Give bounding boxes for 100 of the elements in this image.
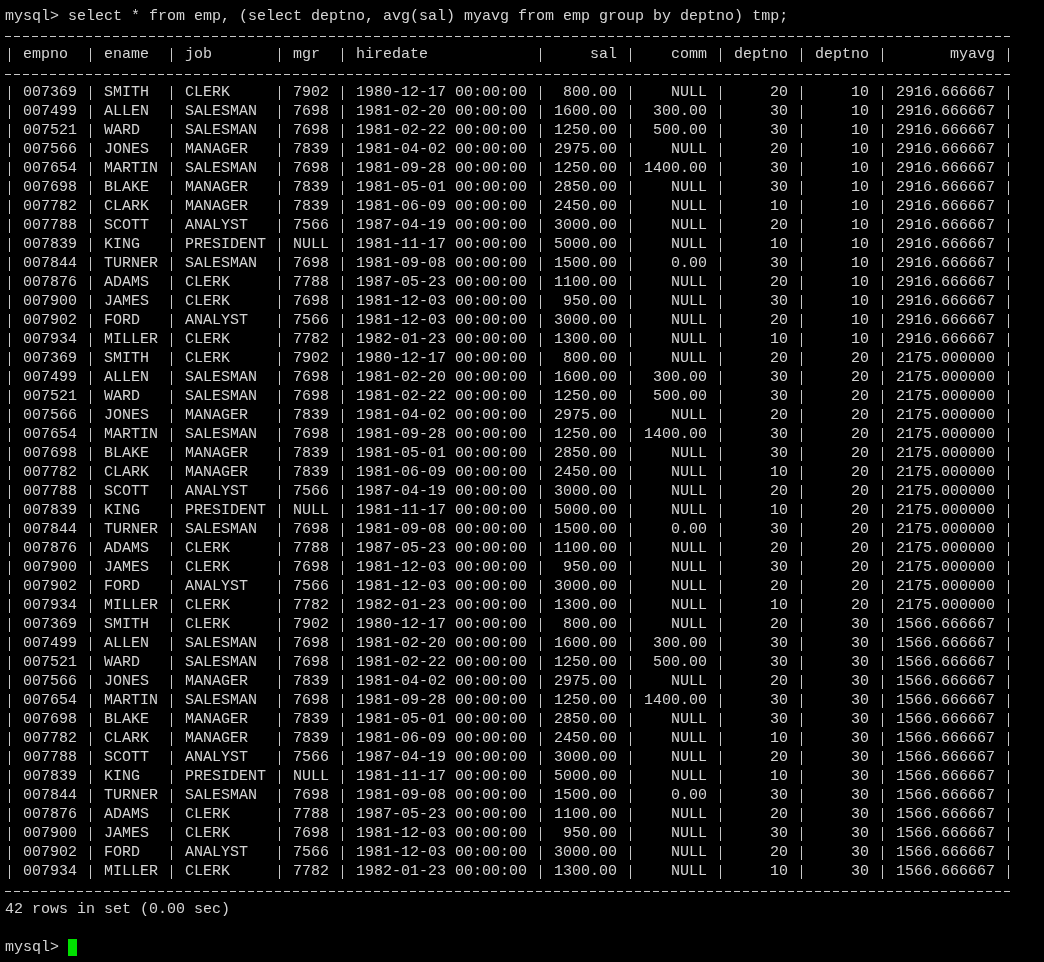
table-cell-text: ADAMS bbox=[103, 539, 150, 558]
table-cell-text: CLERK bbox=[184, 805, 231, 824]
table-cell-text: 7902 bbox=[292, 83, 330, 102]
table-cell-text: NULL bbox=[670, 235, 708, 254]
table-cell-text: NULL bbox=[670, 292, 708, 311]
table-cell-text: NULL bbox=[670, 824, 708, 843]
table-cell-text: 007844 bbox=[22, 520, 78, 539]
table-cell-text: NULL bbox=[670, 843, 708, 862]
table-cell-text: 30 bbox=[769, 121, 789, 140]
table-cell-text: 1981-05-01 00:00:00 bbox=[355, 444, 529, 463]
table-cell-text: MILLER bbox=[103, 596, 159, 615]
table-cell-text: SALESMAN bbox=[184, 159, 258, 178]
table-cell-text: 7698 bbox=[292, 520, 330, 539]
table-cell-text: 007788 bbox=[22, 748, 78, 767]
table-cell-text: 30 bbox=[769, 159, 789, 178]
table-cell-text: SALESMAN bbox=[184, 254, 258, 273]
table-cell-text: 3000.00 bbox=[553, 577, 619, 596]
table-cell-text: WARD bbox=[103, 121, 141, 140]
table-cell-text: SCOTT bbox=[103, 216, 150, 235]
table-cell-text: 1100.00 bbox=[553, 805, 619, 824]
table-cell-text: 1981-09-08 00:00:00 bbox=[355, 254, 529, 273]
table-cell-text: 2975.00 bbox=[553, 672, 619, 691]
table-cell-text: 20 bbox=[769, 216, 789, 235]
table-cell-text: 7839 bbox=[292, 406, 330, 425]
table-cell-text: 007900 bbox=[22, 292, 78, 311]
table-cell-text: ANALYST bbox=[184, 577, 249, 596]
table-cell-text: 2450.00 bbox=[553, 729, 619, 748]
table-cell-text: SALESMAN bbox=[184, 634, 258, 653]
table-cell-text: MARTIN bbox=[103, 159, 159, 178]
table-cell-text: 3000.00 bbox=[553, 748, 619, 767]
table-cell-text: 1250.00 bbox=[553, 425, 619, 444]
table-cell-text: 20 bbox=[850, 387, 870, 406]
table-cell-text: PRESIDENT bbox=[184, 235, 267, 254]
table-cell-text: 5000.00 bbox=[553, 235, 619, 254]
table-cell-text: 2850.00 bbox=[553, 444, 619, 463]
table-cell-text: 1566.666667 bbox=[895, 748, 997, 767]
table-cell-text: 20 bbox=[850, 463, 870, 482]
table-cell-text: 500.00 bbox=[652, 387, 708, 406]
table-cell-text: 500.00 bbox=[652, 653, 708, 672]
table-cell-text: 1981-09-28 00:00:00 bbox=[355, 691, 529, 710]
table-cell-text: 1566.666667 bbox=[895, 615, 997, 634]
table-cell-text: CLARK bbox=[103, 197, 150, 216]
table-cell-text: NULL bbox=[670, 501, 708, 520]
table-cell-text: NULL bbox=[670, 463, 708, 482]
table-cell-text: 007876 bbox=[22, 805, 78, 824]
table-cell-text: 7839 bbox=[292, 710, 330, 729]
table-cell-text: 2450.00 bbox=[553, 463, 619, 482]
table-cell-text: 2916.666667 bbox=[895, 292, 997, 311]
table-cell-text: 500.00 bbox=[652, 121, 708, 140]
table-cell-text: 1981-12-03 00:00:00 bbox=[355, 843, 529, 862]
text-cursor bbox=[68, 939, 77, 956]
table-cell-text: 1987-04-19 00:00:00 bbox=[355, 482, 529, 501]
table-cell-text: 10 bbox=[850, 102, 870, 121]
table-cell-text: SALESMAN bbox=[184, 653, 258, 672]
table-cell-text: 007369 bbox=[22, 83, 78, 102]
table-cell-text: 1981-12-03 00:00:00 bbox=[355, 577, 529, 596]
table-cell-text: FORD bbox=[103, 577, 141, 596]
table-cell-text: MANAGER bbox=[184, 710, 249, 729]
table-cell-text: 7839 bbox=[292, 463, 330, 482]
table-cell-text: 5000.00 bbox=[553, 501, 619, 520]
table-cell-text: CLERK bbox=[184, 615, 231, 634]
table-cell-text: 1981-12-03 00:00:00 bbox=[355, 824, 529, 843]
table-cell-text: 20 bbox=[850, 425, 870, 444]
table-cell-text: NULL bbox=[670, 83, 708, 102]
table-cell-text: 1980-12-17 00:00:00 bbox=[355, 83, 529, 102]
table-cell-text: 2175.000000 bbox=[895, 558, 997, 577]
table-cell-text: 1400.00 bbox=[643, 425, 709, 444]
table-cell-text: 7698 bbox=[292, 653, 330, 672]
table-cell-text: 1981-02-22 00:00:00 bbox=[355, 387, 529, 406]
table-cell-text: 1300.00 bbox=[553, 596, 619, 615]
table-cell-text: 007934 bbox=[22, 862, 78, 881]
table-cell-text: 7698 bbox=[292, 292, 330, 311]
table-cell-text: 30 bbox=[850, 805, 870, 824]
table-cell-text: NULL bbox=[670, 672, 708, 691]
table-cell-text: NULL bbox=[670, 615, 708, 634]
table-cell-text: 2175.000000 bbox=[895, 539, 997, 558]
table-cell-text: 10 bbox=[769, 862, 789, 881]
table-cell-text: 1250.00 bbox=[553, 653, 619, 672]
table-cell-text: SALESMAN bbox=[184, 368, 258, 387]
table-cell-text: 10 bbox=[850, 140, 870, 159]
table-cell-text: 1982-01-23 00:00:00 bbox=[355, 330, 529, 349]
table-cell-text: 20 bbox=[769, 615, 789, 634]
table-cell-text: 800.00 bbox=[562, 349, 618, 368]
table-cell-text: 30 bbox=[850, 710, 870, 729]
table-cell-text: 10 bbox=[850, 197, 870, 216]
table-cell-text: 1250.00 bbox=[553, 121, 619, 140]
table-cell-text: 20 bbox=[769, 539, 789, 558]
table-cell-text: 7839 bbox=[292, 444, 330, 463]
table-cell-text: PRESIDENT bbox=[184, 767, 267, 786]
table-cell-text: 2916.666667 bbox=[895, 330, 997, 349]
table-cell-text: 1300.00 bbox=[553, 330, 619, 349]
table-cell-text: 30 bbox=[769, 824, 789, 843]
table-cell-text: 007521 bbox=[22, 653, 78, 672]
table-cell-text: 1250.00 bbox=[553, 159, 619, 178]
table-cell-text: 10 bbox=[769, 197, 789, 216]
table-cell-text: 20 bbox=[769, 273, 789, 292]
table-cell-text: 007788 bbox=[22, 216, 78, 235]
table-cell-text: 2175.000000 bbox=[895, 425, 997, 444]
table-cell-text: ANALYST bbox=[184, 216, 249, 235]
table-cell-text: 30 bbox=[850, 786, 870, 805]
